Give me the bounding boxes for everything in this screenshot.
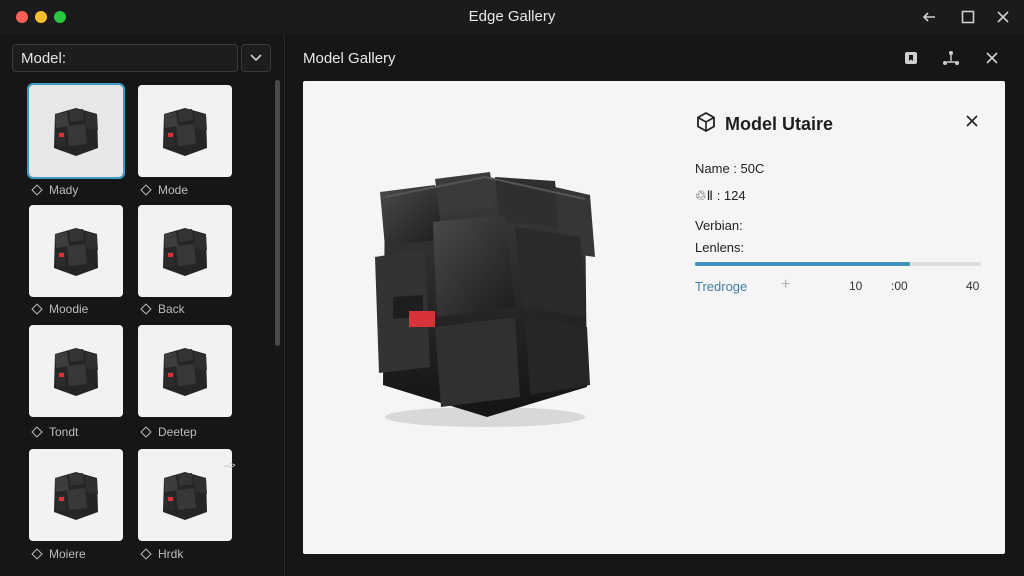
close-info-icon[interactable] — [965, 114, 981, 130]
model-select[interactable]: Model: — [12, 44, 238, 72]
model-thumbnail[interactable] — [138, 325, 232, 417]
model-gallery-panel: Model Gallery Model Utaire Name: 50C ♲Ⅱ… — [286, 34, 1024, 576]
count-row: ♲Ⅱ : 124 — [695, 188, 746, 203]
bookmark-icon[interactable] — [901, 48, 921, 68]
cube-icon — [695, 111, 717, 138]
model-thumbnail[interactable] — [138, 449, 232, 541]
window-title: Edge Gallery — [468, 8, 556, 25]
model-thumbnail[interactable] — [29, 205, 123, 297]
more-arrow[interactable]: --> — [224, 460, 236, 472]
title-bar: Edge Gallery — [0, 0, 1024, 34]
page-title: Model Gallery — [303, 50, 396, 67]
thumbnail-label[interactable]: Deetep — [140, 425, 197, 439]
model-info-card: Model Utaire Name : 50C ♲Ⅱ : 124 Verbian… — [695, 111, 985, 294]
share-icon[interactable] — [941, 48, 961, 68]
back-arrow-icon[interactable] — [918, 6, 940, 28]
thumbnail-label[interactable]: Moodie — [31, 302, 88, 316]
model-thumbnail[interactable] — [138, 85, 232, 177]
thumbnail-label[interactable]: Mode — [140, 183, 188, 197]
maximize-icon[interactable] — [957, 6, 979, 28]
thumbnail-label[interactable]: Tondt — [31, 425, 78, 439]
diamond-icon — [31, 184, 43, 196]
chevron-down-icon[interactable] — [241, 44, 271, 72]
version-label: Verbian: — [695, 218, 743, 233]
diamond-icon — [31, 303, 43, 315]
scale-tick: 40 — [966, 279, 980, 293]
lenses-label: Lenlens: — [695, 240, 745, 255]
diamond-icon — [140, 426, 152, 438]
close-panel-icon[interactable] — [982, 48, 1002, 68]
model-thumbnail[interactable] — [138, 205, 232, 297]
sidebar-scrollbar[interactable] — [275, 80, 280, 346]
thumbnail-label[interactable]: Mady — [31, 183, 78, 197]
tredroge-link[interactable]: Tredroge — [695, 279, 747, 294]
model-thumbnail[interactable] — [27, 83, 125, 179]
name-row: Name : 50C — [695, 161, 765, 176]
plus-icon[interactable]: + — [781, 276, 790, 294]
progress-fill — [695, 262, 910, 266]
progress-bar[interactable] — [695, 262, 981, 266]
scale-tick: 10 — [849, 279, 863, 293]
glyph-icon: ♲Ⅱ — [695, 188, 714, 203]
info-title: Model Utaire — [695, 111, 985, 138]
diamond-icon — [140, 184, 152, 196]
scale-tick: :00 — [891, 279, 908, 293]
companion-cube-model[interactable] — [365, 167, 603, 429]
model-sidebar: Model: Mady Mode Moodie Back Tondt Deete… — [0, 34, 285, 576]
diamond-icon — [31, 426, 43, 438]
diamond-icon — [31, 548, 43, 560]
thumbnail-label[interactable]: Hrdk — [140, 547, 183, 561]
diamond-icon — [140, 548, 152, 560]
model-viewer[interactable]: Model Utaire Name : 50C ♲Ⅱ : 124 Verbian… — [303, 81, 1005, 554]
thumbnail-label[interactable]: Moiere — [31, 547, 86, 561]
model-thumbnail[interactable] — [29, 325, 123, 417]
close-icon[interactable] — [992, 6, 1014, 28]
diamond-icon — [140, 303, 152, 315]
model-thumbnail[interactable] — [29, 449, 123, 541]
thumbnail-label[interactable]: Back — [140, 302, 185, 316]
